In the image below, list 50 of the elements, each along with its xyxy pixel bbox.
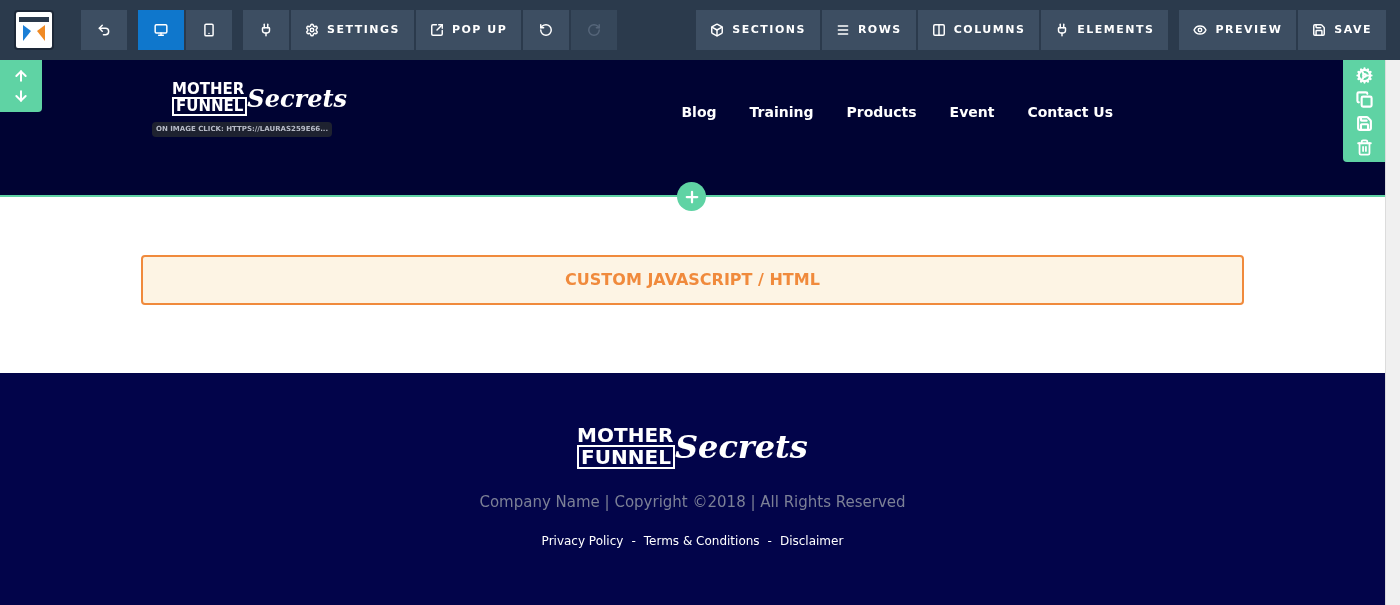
app-logo-icon[interactable] (14, 10, 54, 50)
nav-link[interactable]: Training (749, 102, 814, 123)
arrow-down-icon (13, 88, 29, 104)
toolbar-button[interactable]: SAVE (1298, 10, 1386, 50)
link-separator: - (631, 532, 636, 550)
plug-icon (259, 23, 273, 37)
toolbar-button[interactable]: POP UP (415, 10, 522, 50)
logo-text: FUNNEL (172, 97, 248, 116)
settings-icon[interactable] (1355, 66, 1373, 84)
list-icon (835, 23, 850, 37)
toolbar-button[interactable]: ROWS (821, 10, 916, 50)
logo-script-text: Secrets (247, 87, 348, 111)
nav-link[interactable]: Event (949, 102, 995, 123)
nav-link[interactable]: Blog (681, 102, 717, 123)
nav-link[interactable]: Products (846, 102, 917, 123)
toolbar-button[interactable]: PREVIEW (1179, 10, 1297, 50)
footer-link[interactable]: Disclaimer (779, 531, 844, 550)
external-link-icon (429, 23, 444, 37)
move-handle[interactable] (0, 60, 42, 112)
copy-icon[interactable] (1355, 90, 1373, 108)
cube-icon (710, 23, 725, 37)
toolbar-button[interactable]: ELEMENTS (1041, 10, 1169, 50)
toolbar-icon-button[interactable] (243, 10, 289, 50)
logo-text: FUNNEL (577, 445, 675, 469)
toolbar-icon-button[interactable] (186, 10, 232, 50)
toolbar-button[interactable]: COLUMNS (917, 10, 1040, 50)
toolbar-icon-button[interactable] (81, 10, 127, 50)
logo-script-text: Secrets (674, 431, 808, 463)
copyright-text: Company Name | Copyright ©2018 | All Rights Reserved (479, 492, 906, 513)
settings-icon (305, 23, 319, 37)
footer-link[interactable]: Privacy Policy (541, 531, 624, 550)
toolbar-icon-button[interactable] (138, 10, 184, 50)
link-separator: - (767, 532, 772, 550)
footer-link[interactable]: Terms & Conditions (643, 531, 760, 550)
eye-icon (1193, 23, 1208, 37)
undo-icon (97, 23, 111, 37)
columns-icon (931, 23, 946, 37)
logo-text: MOTHER (577, 425, 675, 445)
monitor-icon (154, 23, 168, 37)
save-icon (1312, 23, 1327, 37)
toolbar-button[interactable]: SETTINGS (291, 10, 414, 50)
logo-text: MOTHER (172, 82, 246, 97)
trash-icon[interactable] (1355, 138, 1373, 156)
nav-link[interactable]: Contact Us (1027, 102, 1113, 123)
redo-icon (587, 23, 602, 37)
smartphone-icon (202, 23, 216, 37)
undo-icon (539, 23, 554, 37)
save-icon[interactable] (1355, 114, 1373, 132)
toolbar-button[interactable]: SECTIONS (696, 10, 820, 50)
toolbar-icon-button[interactable] (523, 10, 570, 50)
